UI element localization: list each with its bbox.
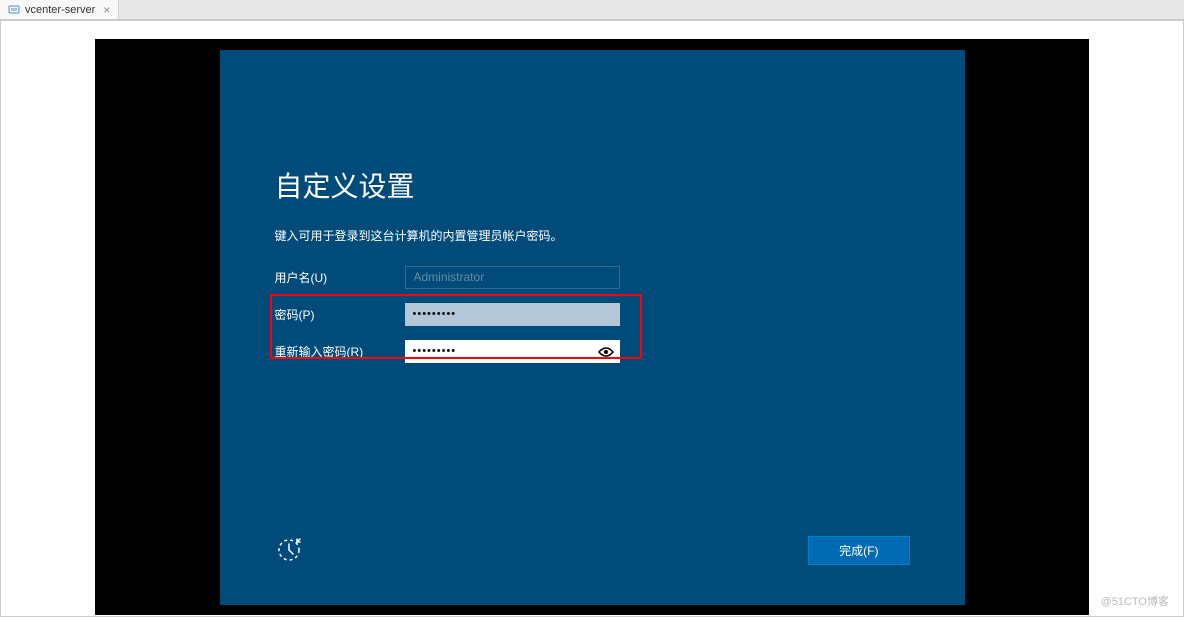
console-area: 自定义设置 键入可用于登录到这台计算机的内置管理员帐户密码。 用户名(U) 密码… — [0, 20, 1184, 617]
finish-button[interactable]: 完成(F) — [808, 536, 909, 565]
tab-vcenter[interactable]: vcenter-server × — [0, 0, 119, 19]
username-label: 用户名(U) — [275, 269, 405, 286]
password-row: 密码(P) — [275, 303, 910, 326]
password-input[interactable] — [405, 303, 620, 326]
confirm-password-input[interactable] — [405, 340, 620, 363]
confirm-password-label: 重新输入密码(R) — [275, 343, 405, 360]
setup-content: 自定义设置 键入可用于登录到这台计算机的内置管理员帐户密码。 用户名(U) 密码… — [220, 50, 965, 363]
tab-close-icon[interactable]: × — [103, 3, 110, 17]
page-title: 自定义设置 — [275, 165, 910, 205]
tab-bar: vcenter-server × — [0, 0, 1184, 20]
reveal-password-icon[interactable] — [598, 345, 614, 357]
confirm-password-wrapper — [405, 340, 620, 363]
watermark: @51CTO博客 — [1101, 593, 1169, 609]
windows-setup-screen: 自定义设置 键入可用于登录到这台计算机的内置管理员帐户密码。 用户名(U) 密码… — [220, 50, 965, 605]
bottom-bar: 完成(F) — [220, 536, 965, 565]
vm-icon — [8, 4, 20, 16]
instruction-text: 键入可用于登录到这台计算机的内置管理员帐户密码。 — [275, 227, 910, 244]
vm-console: 自定义设置 键入可用于登录到这台计算机的内置管理员帐户密码。 用户名(U) 密码… — [95, 39, 1089, 615]
accessibility-icon[interactable] — [275, 536, 303, 564]
username-input — [405, 266, 620, 289]
password-label: 密码(P) — [275, 306, 405, 323]
username-row: 用户名(U) — [275, 266, 910, 289]
tab-label: vcenter-server — [25, 4, 95, 16]
confirm-password-row: 重新输入密码(R) — [275, 340, 910, 363]
